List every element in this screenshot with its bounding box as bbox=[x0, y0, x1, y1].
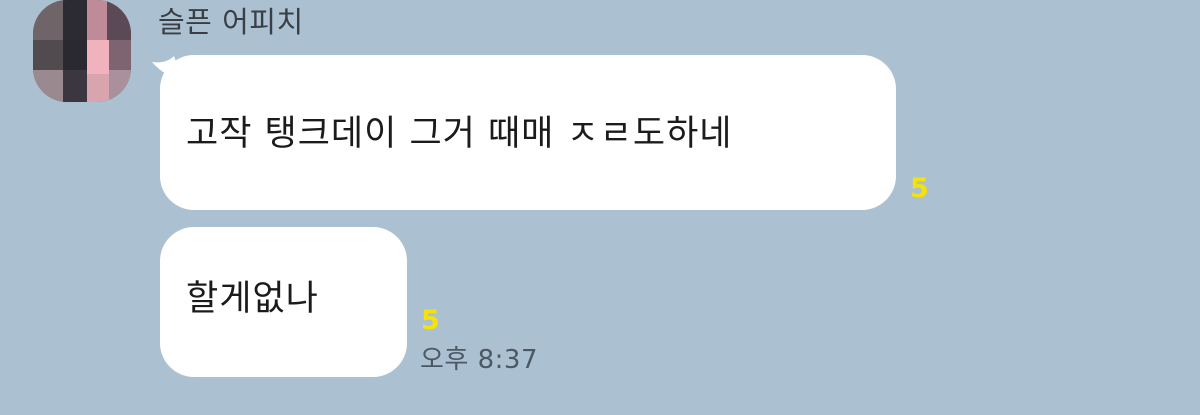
message-bubble[interactable]: 고작 탱크데이 그거 때매 ㅈㄹ도하네 bbox=[160, 55, 896, 210]
avatar-pixel bbox=[33, 0, 63, 40]
message-timestamp: 오후 8:37 bbox=[420, 345, 538, 375]
sender-name: 슬픈 어피치 bbox=[158, 5, 304, 39]
avatar-pixel bbox=[87, 0, 107, 40]
avatar-pixel bbox=[107, 0, 131, 40]
message-bubble[interactable]: 할게없나 bbox=[160, 227, 407, 377]
avatar-pixel bbox=[109, 70, 131, 102]
avatar-pixel bbox=[33, 70, 63, 102]
avatar-pixel bbox=[87, 74, 109, 102]
sender-avatar[interactable] bbox=[33, 0, 131, 102]
unread-count: 5 bbox=[910, 173, 929, 204]
avatar-pixel bbox=[63, 70, 87, 102]
avatar-pixel bbox=[109, 40, 131, 70]
avatar-pixel bbox=[63, 40, 87, 70]
avatar-pixel bbox=[63, 0, 87, 40]
avatar-pixel bbox=[33, 40, 63, 70]
avatar-pixel bbox=[87, 40, 109, 74]
unread-count: 5 bbox=[421, 305, 440, 336]
message-text: 고작 탱크데이 그거 때매 ㅈㄹ도하네 bbox=[186, 114, 733, 154]
message-text: 할게없나 bbox=[186, 279, 319, 319]
